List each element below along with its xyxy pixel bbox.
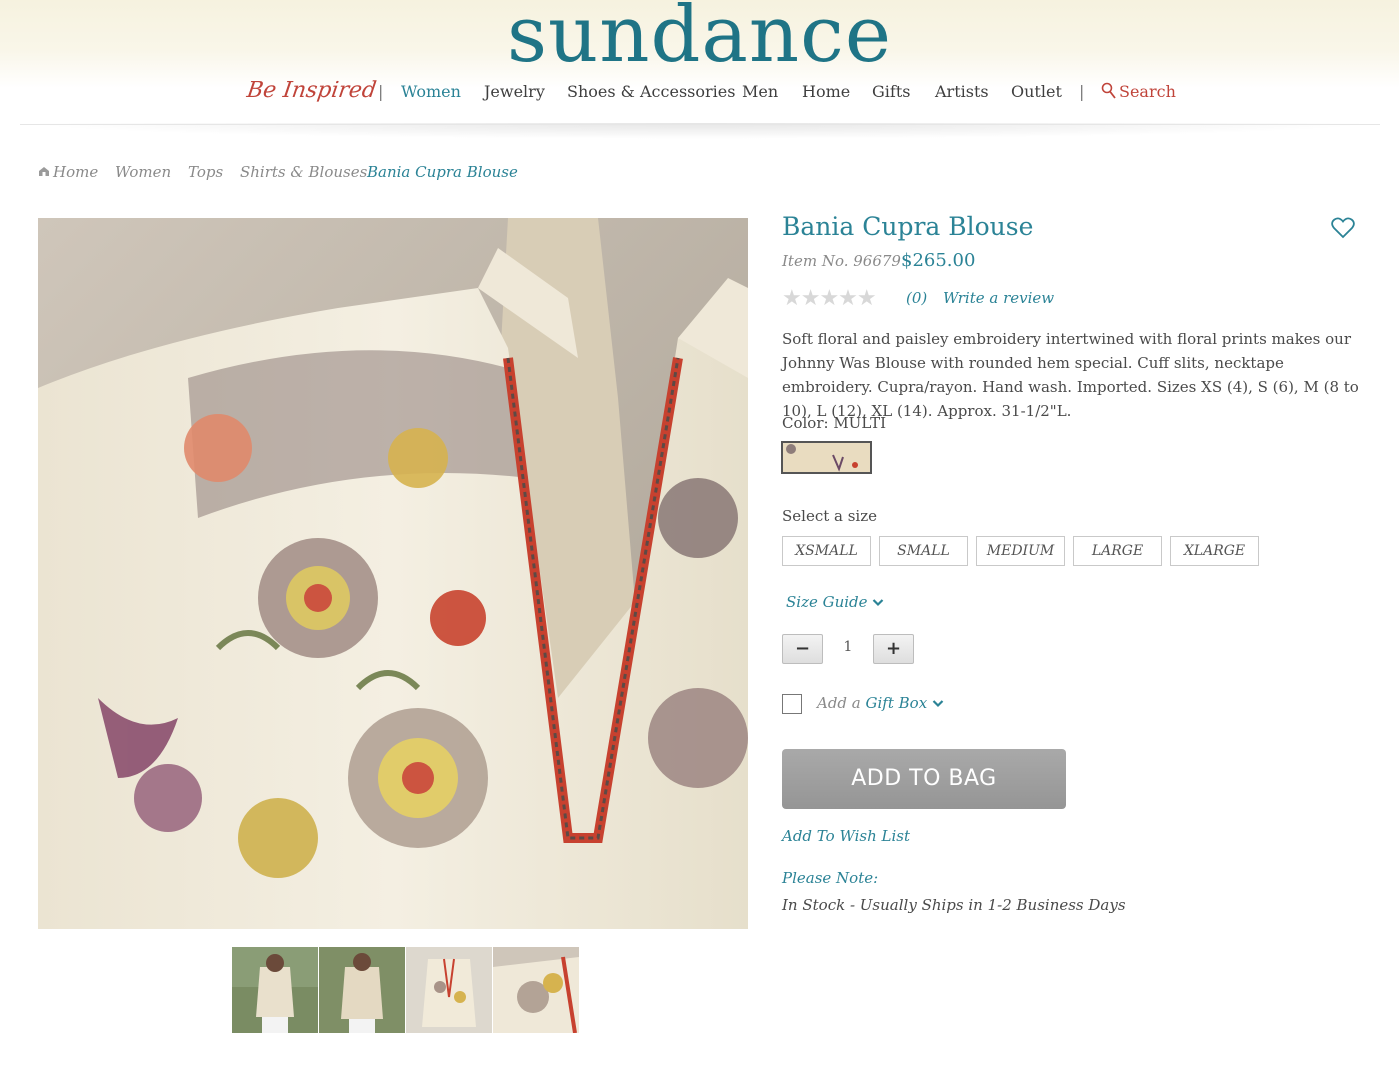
heart-icon[interactable] (1331, 217, 1355, 239)
nav-item-shoes-accessories[interactable]: Shoes & Accessories (567, 82, 735, 101)
nav-item-gifts[interactable]: Gifts (872, 82, 910, 101)
rating-stars: ★★★★★ (782, 286, 877, 311)
quantity-decrease-button[interactable]: − (782, 634, 823, 664)
thumbnail-2[interactable] (319, 947, 405, 1033)
color-label: Color: MULTI (782, 414, 886, 432)
chevron-down-icon[interactable] (932, 699, 944, 708)
home-icon (39, 167, 49, 176)
nav-item-men[interactable]: Men (742, 82, 778, 101)
site-header: sundance Be Inspired | Women Jewelry Sho… (0, 0, 1399, 126)
main-nav: Be Inspired | Women Jewelry Shoes & Acce… (0, 78, 1399, 108)
blouse-image (38, 218, 748, 929)
stock-status: In Stock - Usually Ships in 1-2 Business… (782, 896, 1126, 914)
thumbnail-4[interactable] (493, 947, 579, 1033)
size-label: Select a size (782, 507, 878, 525)
size-button-xsmall[interactable]: XSMALL (782, 536, 871, 566)
header-shadow (20, 123, 1380, 139)
quantity-increase-button[interactable]: + (873, 634, 914, 664)
gift-box-checkbox[interactable] (782, 694, 802, 714)
breadcrumb-women[interactable]: Women (115, 163, 171, 181)
nav-item-jewelry[interactable]: Jewelry (484, 82, 545, 101)
chevron-down-icon (873, 599, 884, 607)
search-icon (1101, 82, 1116, 99)
size-button-small[interactable]: SMALL (879, 536, 968, 566)
quantity-input[interactable]: 1 (826, 639, 870, 655)
product-price: $265.00 (901, 250, 976, 271)
product-main-image[interactable] (38, 218, 748, 929)
be-inspired-link[interactable]: Be Inspired (245, 78, 378, 103)
nav-item-women[interactable]: Women (401, 82, 461, 101)
size-button-xlarge[interactable]: XLARGE (1170, 536, 1259, 566)
header-divider (20, 124, 1380, 125)
breadcrumb-home[interactable]: Home (53, 163, 98, 181)
nav-item-home[interactable]: Home (802, 82, 850, 101)
add-to-wish-list-link[interactable]: Add To Wish List (782, 827, 910, 845)
write-review-link[interactable]: Write a review (943, 289, 1054, 307)
nav-separator: | (378, 82, 384, 101)
site-logo[interactable]: sundance (0, 0, 1399, 80)
search-label: Search (1119, 82, 1176, 101)
nav-separator: | (1079, 82, 1085, 101)
thumbnail-1[interactable] (232, 947, 318, 1033)
please-note-label: Please Note: (782, 869, 879, 887)
gift-box-link[interactable]: Gift Box (866, 694, 928, 712)
nav-item-outlet[interactable]: Outlet (1011, 82, 1062, 101)
breadcrumb-tops[interactable]: Tops (188, 163, 223, 181)
color-swatch-multi[interactable] (781, 441, 872, 474)
gift-box-prefix: Add a (817, 694, 866, 712)
search-link[interactable]: Search (1101, 82, 1176, 101)
size-button-large[interactable]: LARGE (1073, 536, 1162, 566)
breadcrumb-shirts-blouses[interactable]: Shirts & Blouses (240, 163, 367, 181)
nav-item-artists[interactable]: Artists (935, 82, 989, 101)
thumbnail-3[interactable] (406, 947, 492, 1033)
size-guide-link[interactable]: Size Guide (786, 593, 884, 611)
size-guide-label: Size Guide (786, 593, 868, 611)
gift-box-option: Add a Gift Box (817, 694, 944, 712)
product-title: Bania Cupra Blouse (782, 212, 1034, 241)
size-button-medium[interactable]: MEDIUM (976, 536, 1065, 566)
add-to-bag-button[interactable]: ADD TO BAG (782, 749, 1066, 809)
item-number: Item No. 96679 (782, 252, 901, 270)
review-count[interactable]: (0) (906, 289, 927, 307)
product-description: Soft floral and paisley embroidery inter… (782, 330, 1359, 420)
breadcrumb-current: Bania Cupra Blouse (367, 163, 518, 181)
